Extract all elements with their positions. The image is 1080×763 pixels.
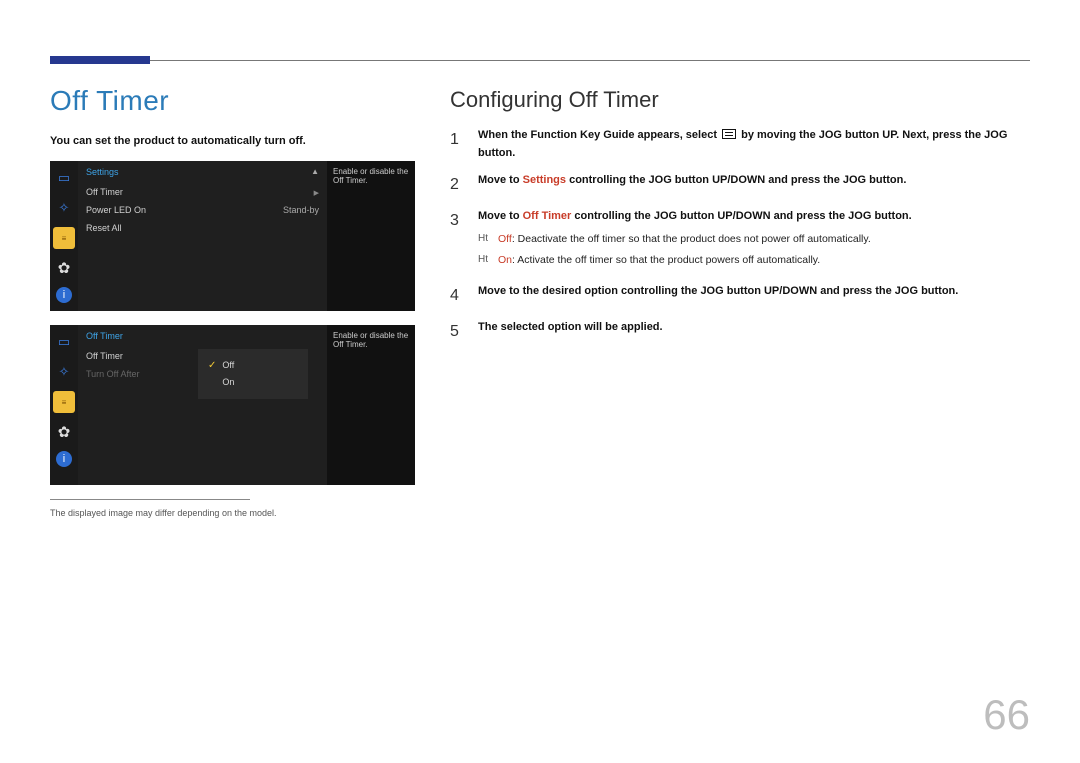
step-body: When the Function Key Guide appears, sel… (478, 127, 1030, 162)
step-number: 2 (450, 172, 466, 198)
osd-popup-option-off: ✓ Off (208, 357, 298, 374)
step-2: 2 Move to Settings controlling the JOG b… (450, 172, 1030, 198)
sub-label: Off (498, 233, 512, 245)
osd-sidebar: ▭ ✧ ≡ ✿ i (50, 325, 78, 485)
osd-main: Settings ▲ Off Timer Power LED On Stand-… (78, 161, 327, 311)
step-text: Move to (478, 174, 523, 186)
osd-popup: ✓ Off ✓On (198, 349, 308, 399)
content-columns: Off Timer You can set the product to aut… (50, 77, 1030, 518)
step-text: When the Function Key Guide appears, sel… (478, 129, 717, 141)
step-body: Move to Off Timer controlling the JOG bu… (478, 208, 1030, 273)
left-column: Off Timer You can set the product to aut… (50, 77, 430, 518)
header-rule (50, 60, 1030, 61)
step-sublist: Off: Deactivate the off timer so that th… (478, 231, 1030, 269)
subsection-title: Configuring Off Timer (450, 87, 1030, 113)
menu-icon (722, 129, 736, 139)
osd-row-label: Off Timer (86, 351, 123, 361)
osd-row-resetall: Reset All (86, 219, 319, 237)
osd-help: Enable or disable the Off Timer. (327, 325, 415, 485)
step-body: The selected option will be applied. (478, 319, 1030, 337)
offtimer-link: Off Timer (523, 210, 572, 222)
osd-offtimer-panel: ▭ ✧ ≡ ✿ i Off Timer Off Timer Turn Off A… (50, 325, 415, 485)
sub-on: On: Activate the off timer so that the p… (478, 252, 1030, 269)
step-number: 3 (450, 208, 466, 234)
footnote: The displayed image may differ depending… (50, 508, 430, 518)
osd-row-value: Stand-by (283, 205, 319, 215)
sub-text: : Activate the off timer so that the pro… (512, 254, 820, 266)
step-number: 1 (450, 127, 466, 153)
bar-icon: ≡ (53, 227, 75, 249)
section-title: Off Timer (50, 85, 430, 117)
header-accent (50, 56, 150, 64)
step-body: Move to Settings controlling the JOG but… (478, 172, 1030, 190)
step-text: controlling the JOG button UP/DOWN and p… (571, 210, 911, 222)
osd-head-label: Off Timer (86, 331, 123, 341)
sub-off: Off: Deactivate the off timer so that th… (478, 231, 1030, 248)
osd-row-label: Power LED On (86, 205, 146, 215)
step-text: Move to (478, 210, 523, 222)
osd-popup-option-label: On (222, 377, 234, 387)
osd-row-label: Reset All (86, 223, 122, 233)
osd-row-powerled: Power LED On Stand-by (86, 201, 319, 219)
osd-help: Enable or disable the Off Timer. (327, 161, 415, 311)
step-text: controlling the JOG button UP/DOWN and p… (566, 174, 906, 186)
step-3: 3 Move to Off Timer controlling the JOG … (450, 208, 1030, 273)
monitor-icon: ▭ (53, 167, 75, 189)
settings-link: Settings (523, 174, 566, 186)
bar-icon: ≡ (53, 391, 75, 413)
step-number: 5 (450, 319, 466, 345)
osd-row-label: Off Timer (86, 187, 123, 197)
sub-text: : Deactivate the off timer so that the p… (512, 233, 871, 245)
osd-popup-option-on: ✓On (208, 374, 298, 391)
osd-row-label: Turn Off After (86, 369, 140, 379)
osd-menu-head: Off Timer (86, 331, 319, 341)
osd-row-offtimer: Off Timer (86, 183, 319, 201)
step-body: Move to the desired option controlling t… (478, 283, 1030, 301)
step-4: 4 Move to the desired option controlling… (450, 283, 1030, 309)
osd-settings-panel: ▭ ✧ ≡ ✿ i Settings ▲ Off Timer (50, 161, 415, 311)
manual-page: Off Timer You can set the product to aut… (0, 0, 1080, 763)
osd-up-arrow-icon: ▲ (311, 167, 319, 177)
step-1: 1 When the Function Key Guide appears, s… (450, 127, 1030, 162)
info-icon: i (56, 451, 72, 467)
target-icon: ✧ (53, 361, 75, 383)
gear-icon: ✿ (53, 421, 75, 443)
intro-text: You can set the product to automatically… (50, 135, 430, 147)
sub-label: On (498, 254, 512, 266)
gear-icon: ✿ (53, 257, 75, 279)
footnote-rule (50, 499, 250, 500)
right-column: Configuring Off Timer 1 When the Functio… (450, 77, 1030, 518)
osd-menu-head: Settings ▲ (86, 167, 319, 177)
target-icon: ✧ (53, 197, 75, 219)
steps-list: 1 When the Function Key Guide appears, s… (450, 127, 1030, 344)
page-number: 66 (983, 691, 1030, 739)
osd-row-arrow-icon (308, 187, 319, 197)
info-icon: i (56, 287, 72, 303)
monitor-icon: ▭ (53, 331, 75, 353)
osd-head-label: Settings (86, 167, 119, 177)
step-number: 4 (450, 283, 466, 309)
osd-main: Off Timer Off Timer Turn Off After ✓ Off … (78, 325, 327, 485)
osd-sidebar: ▭ ✧ ≡ ✿ i (50, 161, 78, 311)
osd-popup-option-label: Off (222, 360, 234, 370)
step-5: 5 The selected option will be applied. (450, 319, 1030, 345)
check-icon: ✓ (208, 360, 216, 371)
